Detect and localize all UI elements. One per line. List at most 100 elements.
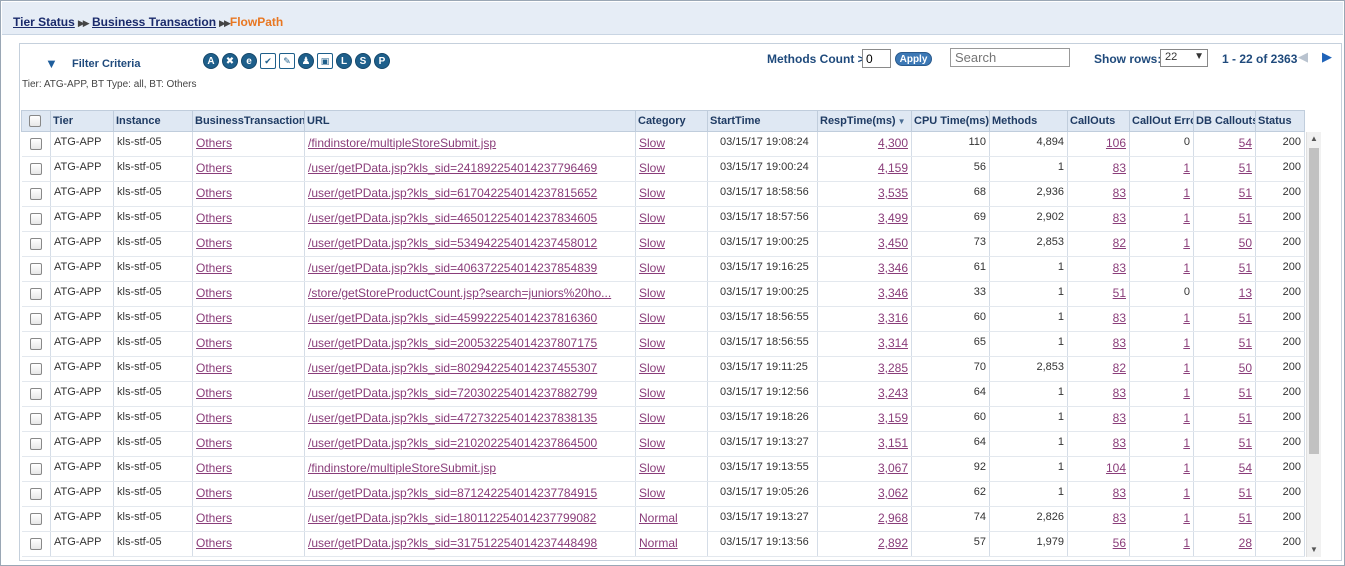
callout-errors-link[interactable]: 1 bbox=[1183, 486, 1190, 500]
resp-time-link[interactable]: 2,968 bbox=[878, 511, 908, 525]
table-row[interactable]: ATG-APP kls-stf-05 Others/user/getPData.js… bbox=[21, 481, 1305, 507]
row-checkbox[interactable] bbox=[29, 163, 42, 175]
breadcrumb-business-transaction[interactable]: Business Transaction bbox=[92, 15, 216, 29]
p-icon[interactable]: P bbox=[374, 53, 390, 69]
category-link[interactable]: Slow bbox=[639, 136, 665, 150]
category-link[interactable]: Slow bbox=[639, 161, 665, 175]
db-callouts-link[interactable]: 54 bbox=[1239, 461, 1252, 475]
callout-errors-link[interactable]: 1 bbox=[1183, 261, 1190, 275]
category-link[interactable]: Slow bbox=[639, 236, 665, 250]
business-transaction-link[interactable]: Others bbox=[196, 436, 232, 450]
callouts-link[interactable]: 83 bbox=[1113, 386, 1126, 400]
shuffle-icon[interactable]: ✖ bbox=[222, 53, 238, 69]
category-link[interactable]: Slow bbox=[639, 436, 665, 450]
business-transaction-link[interactable]: Others bbox=[196, 511, 232, 525]
table-row[interactable]: ATG-APP kls-stf-05 Others/user/getPData.js… bbox=[21, 206, 1305, 232]
select-all-checkbox[interactable] bbox=[29, 114, 41, 127]
business-transaction-link[interactable]: Others bbox=[196, 236, 232, 250]
users-icon[interactable]: ♟ bbox=[298, 53, 314, 69]
table-row[interactable]: ATG-APP kls-stf-05 Others/user/getPData.js… bbox=[21, 331, 1305, 357]
db-callouts-link[interactable]: 28 bbox=[1239, 536, 1252, 550]
category-link[interactable]: Slow bbox=[639, 211, 665, 225]
callout-errors-link[interactable]: 1 bbox=[1183, 386, 1190, 400]
callouts-link[interactable]: 83 bbox=[1113, 486, 1126, 500]
resp-time-link[interactable]: 3,450 bbox=[878, 236, 908, 250]
resp-time-link[interactable]: 3,159 bbox=[878, 411, 908, 425]
callout-errors-link[interactable]: 1 bbox=[1183, 186, 1190, 200]
url-link[interactable]: /user/getPData.jsp?kls_sid=8712422540142… bbox=[308, 486, 597, 500]
window-icon[interactable]: ▣ bbox=[317, 53, 333, 69]
url-link[interactable]: /user/getPData.jsp?kls_sid=2102022540142… bbox=[308, 436, 597, 450]
l-icon[interactable]: L bbox=[336, 53, 352, 69]
resp-time-link[interactable]: 3,243 bbox=[878, 386, 908, 400]
column-header-callout-errors[interactable]: CallOut Erro bbox=[1129, 110, 1194, 132]
row-checkbox[interactable] bbox=[29, 413, 42, 425]
resp-time-link[interactable]: 3,067 bbox=[878, 461, 908, 475]
db-callouts-link[interactable]: 51 bbox=[1239, 161, 1252, 175]
column-header-tier[interactable]: Tier bbox=[50, 110, 114, 132]
callout-errors-link[interactable]: 1 bbox=[1183, 411, 1190, 425]
category-link[interactable]: Slow bbox=[639, 411, 665, 425]
url-link[interactable]: /user/getPData.jsp?kls_sid=1801122540142… bbox=[308, 511, 596, 525]
category-link[interactable]: Slow bbox=[639, 361, 665, 375]
business-transaction-link[interactable]: Others bbox=[196, 386, 232, 400]
business-transaction-link[interactable]: Others bbox=[196, 461, 232, 475]
column-header-url[interactable]: URL bbox=[304, 110, 636, 132]
callout-errors-link[interactable]: 1 bbox=[1183, 536, 1190, 550]
row-checkbox[interactable] bbox=[29, 388, 42, 400]
category-link[interactable]: Slow bbox=[639, 461, 665, 475]
url-link[interactable]: /user/getPData.jsp?kls_sid=4599222540142… bbox=[308, 311, 597, 325]
url-link[interactable]: /user/getPData.jsp?kls_sid=4063722540142… bbox=[308, 261, 597, 275]
scroll-down-icon[interactable]: ▼ bbox=[1310, 545, 1318, 554]
next-page-icon[interactable]: ▶ bbox=[1322, 49, 1332, 65]
resp-time-link[interactable]: 3,346 bbox=[878, 261, 908, 275]
business-transaction-link[interactable]: Others bbox=[196, 186, 232, 200]
resp-time-link[interactable]: 3,062 bbox=[878, 486, 908, 500]
table-row[interactable]: ATG-APP kls-stf-05 Others/findinstore/mult… bbox=[21, 131, 1305, 157]
column-header-instance[interactable]: Instance bbox=[113, 110, 193, 132]
business-transaction-link[interactable]: Others bbox=[196, 336, 232, 350]
callout-errors-link[interactable]: 1 bbox=[1183, 236, 1190, 250]
table-row[interactable]: ATG-APP kls-stf-05 Others/user/getPData.js… bbox=[21, 531, 1305, 557]
db-callouts-link[interactable]: 51 bbox=[1239, 511, 1252, 525]
business-transaction-link[interactable]: Others bbox=[196, 486, 232, 500]
table-row[interactable]: ATG-APP kls-stf-05 Others/user/getPData.js… bbox=[21, 506, 1305, 532]
db-callouts-link[interactable]: 51 bbox=[1239, 261, 1252, 275]
callouts-link[interactable]: 83 bbox=[1113, 211, 1126, 225]
callouts-link[interactable]: 56 bbox=[1113, 536, 1126, 550]
methods-count-input[interactable] bbox=[862, 49, 891, 68]
apply-button[interactable]: Apply bbox=[895, 52, 932, 66]
url-link[interactable]: /user/getPData.jsp?kls_sid=4650122540142… bbox=[308, 211, 597, 225]
url-link[interactable]: /user/getPData.jsp?kls_sid=4727322540142… bbox=[308, 411, 597, 425]
row-checkbox[interactable] bbox=[29, 488, 42, 500]
triangle-down-icon[interactable]: ▼ bbox=[45, 56, 58, 71]
business-transaction-link[interactable]: Others bbox=[196, 361, 232, 375]
callouts-link[interactable]: 83 bbox=[1113, 161, 1126, 175]
resp-time-link[interactable]: 3,314 bbox=[878, 336, 908, 350]
category-link[interactable]: Slow bbox=[639, 311, 665, 325]
column-header-db-callouts[interactable]: DB Callouts bbox=[1193, 110, 1256, 132]
row-checkbox[interactable] bbox=[29, 288, 42, 300]
row-checkbox[interactable] bbox=[29, 238, 42, 250]
category-link[interactable]: Slow bbox=[639, 386, 665, 400]
db-callouts-link[interactable]: 51 bbox=[1239, 386, 1252, 400]
db-callouts-link[interactable]: 51 bbox=[1239, 486, 1252, 500]
callouts-link[interactable]: 83 bbox=[1113, 511, 1126, 525]
table-row[interactable]: ATG-APP kls-stf-05 Others/user/getPData.js… bbox=[21, 156, 1305, 182]
table-row[interactable]: ATG-APP kls-stf-05 Others/user/getPData.js… bbox=[21, 306, 1305, 332]
column-header-resp-time[interactable]: RespTime(ms) ▼ bbox=[817, 110, 912, 132]
business-transaction-link[interactable]: Others bbox=[196, 411, 232, 425]
db-callouts-link[interactable]: 50 bbox=[1239, 236, 1252, 250]
callout-errors-link[interactable]: 1 bbox=[1183, 436, 1190, 450]
column-header-category[interactable]: Category bbox=[635, 110, 708, 132]
row-checkbox[interactable] bbox=[29, 438, 42, 450]
e-icon[interactable]: e bbox=[241, 53, 257, 69]
url-link[interactable]: /user/getPData.jsp?kls_sid=8029422540142… bbox=[308, 361, 597, 375]
business-transaction-link[interactable]: Others bbox=[196, 261, 232, 275]
callouts-link[interactable]: 83 bbox=[1113, 411, 1126, 425]
row-checkbox[interactable] bbox=[29, 213, 42, 225]
a-icon[interactable]: A bbox=[203, 53, 219, 69]
business-transaction-link[interactable]: Others bbox=[196, 211, 232, 225]
db-callouts-link[interactable]: 50 bbox=[1239, 361, 1252, 375]
db-callouts-link[interactable]: 54 bbox=[1239, 136, 1252, 150]
